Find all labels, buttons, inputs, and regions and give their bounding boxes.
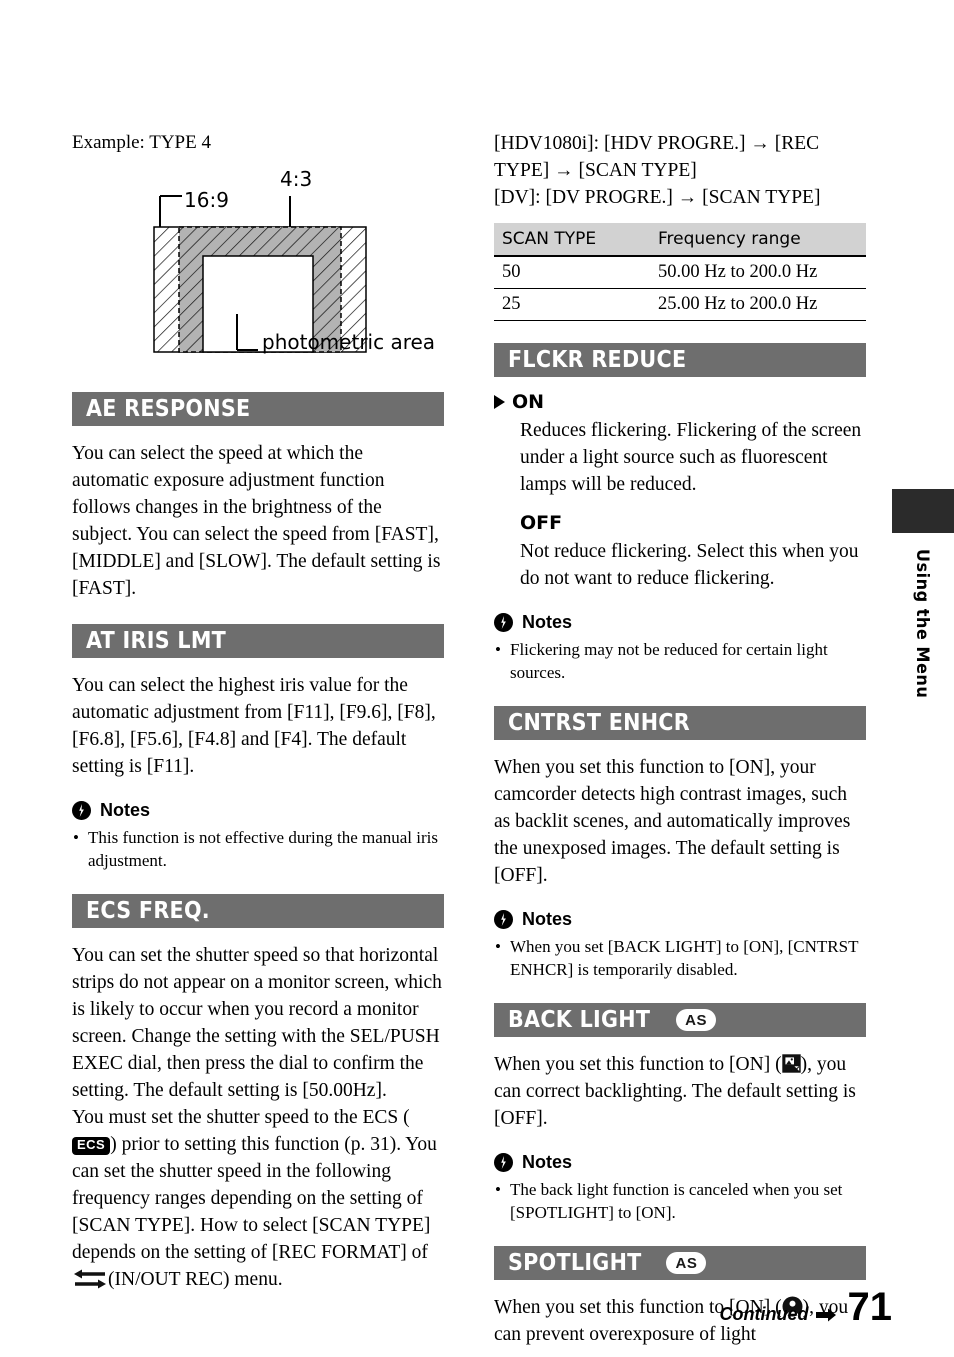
option-off: OFF [494,512,866,534]
notes-list: When you set [BACK LIGHT] to [ON], [CNTR… [494,935,866,981]
ecs-badge-icon: ECS [72,1137,111,1155]
as-badge-icon: AS [676,1009,717,1031]
notes-header: Notes [494,612,866,633]
section-heading-back-light: BACK LIGHT AS [494,1003,866,1037]
option-off-description: Not reduce flickering. Select this when … [520,541,859,589]
ecs-body-mid: ) prior to setting this function (p. 31)… [72,1134,437,1263]
section-body-ecs-freq-part1: You can set the shutter speed so that ho… [72,945,442,1101]
bolt-icon [494,613,513,632]
option-on: ON [494,391,866,413]
continued-text: Continued [719,1304,809,1324]
page-number: 71 [847,1285,893,1329]
edge-tab-label: Using the Menu [912,548,932,699]
option-on-description: Reduces flickering. Flickering of the sc… [520,420,862,495]
notes-title: Notes [100,800,151,820]
bolt-icon [72,801,91,820]
section-body-ae-response: You can select the speed at which the au… [72,443,441,599]
scan-type-table: SCAN TYPE Frequency range 50 50.00 Hz to… [494,223,866,321]
table-cell: 50 [494,256,650,289]
section-body-back-light: When you set this function to [ON] ( ), … [494,1051,866,1132]
notes-list: This function is not effective during th… [72,826,444,872]
left-column: AE RESPONSE You can select the speed at … [72,392,444,1293]
section-title: AE RESPONSE [86,396,251,422]
notes-title: Notes [522,1152,573,1172]
note-item: The back light function is canceled when… [494,1178,866,1224]
label-16-9-text: 16:9 [184,188,229,212]
table-row: 50 50.00 Hz to 200.0 Hz [494,256,866,289]
notes-header: Notes [494,909,866,930]
table-cell: 50.00 Hz to 200.0 Hz [650,256,866,289]
ecs-body-post: (IN/OUT REC) menu. [108,1269,283,1290]
option-label: OFF [520,512,563,534]
arrow-right-icon [815,1308,836,1321]
section-body-ecs-freq-part2: You must set the shutter speed to the EC… [72,1104,444,1293]
section-heading-spotlight: SPOTLIGHT AS [494,1246,866,1280]
notes-list: Flickering may not be reduced for certai… [494,638,866,684]
table-header-row: SCAN TYPE Frequency range [494,223,866,257]
menu-path-line-2: [DV]: [DV PROGRE.] → [SCAN TYPE] [494,187,821,208]
notes-title: Notes [522,612,573,632]
note-item: This function is not effective during th… [72,826,444,872]
label-photometric-area: photometric area [262,330,436,354]
notes-title: Notes [522,909,573,929]
notes-list: The back light function is canceled when… [494,1178,866,1224]
back-light-icon [781,1054,801,1073]
ecs-body-pre: You must set the shutter speed to the EC… [72,1107,410,1128]
table-cell: 25 [494,288,650,321]
section-body-cntrst-enhcr: When you set this function to [ON], your… [494,757,851,886]
table-header-cell: Frequency range [650,223,866,257]
section-title: CNTRST ENHCR [508,710,690,736]
back-light-body-pre: When you set this function to [ON] ( [494,1054,782,1075]
page-footer: Continued 71 [720,1287,892,1327]
section-title: BACK LIGHT [508,1007,651,1033]
notes-header: Notes [494,1152,866,1173]
section-title: SPOTLIGHT [508,1250,642,1276]
in-out-rec-icon [74,1269,106,1289]
diagram-caption: Example: TYPE 4 [72,132,211,153]
bolt-icon [494,910,513,929]
section-heading-cntrst-enhcr: CNTRST ENHCR [494,706,866,740]
continued-label: Continued [720,1304,836,1325]
section-title: FLCKR REDUCE [508,347,687,373]
bolt-icon [494,1153,513,1172]
right-column: [HDV1080i]: [HDV PROGRE.] → [REC TYPE] →… [494,130,866,1348]
section-heading-at-iris-lmt: AT IRIS LMT [72,624,444,658]
manual-page: Example: TYPE 4 16:9 4:3 photometric are… [0,0,954,1357]
notes-header: Notes [72,800,444,821]
table-cell: 25.00 Hz to 200.0 Hz [650,288,866,321]
as-badge-icon: AS [666,1252,707,1274]
diagram-svg: 16:9 4:3 [153,167,367,353]
menu-path-line-1: [HDV1080i]: [HDV PROGRE.] → [REC TYPE] →… [494,133,820,181]
option-label: ON [512,391,545,413]
note-item: When you set [BACK LIGHT] to [ON], [CNTR… [494,935,866,981]
label-4-3-text: 4:3 [280,167,312,191]
section-heading-ecs-freq: ECS FREQ. [72,894,444,928]
section-body-at-iris-lmt: You can select the highest iris value fo… [72,675,436,777]
table-row: 25 25.00 Hz to 200.0 Hz [494,288,866,321]
section-heading-flckr-reduce: FLCKR REDUCE [494,343,866,377]
note-item: Flickering may not be reduced for certai… [494,638,866,684]
default-marker-icon [494,395,505,409]
table-header-cell: SCAN TYPE [494,223,650,257]
section-title: ECS FREQ. [86,898,210,924]
photometric-area-diagram: Example: TYPE 4 16:9 4:3 photometric are… [72,132,444,372]
section-edge-tab [892,489,954,533]
section-title: AT IRIS LMT [86,628,227,654]
section-heading-ae-response: AE RESPONSE [72,392,444,426]
